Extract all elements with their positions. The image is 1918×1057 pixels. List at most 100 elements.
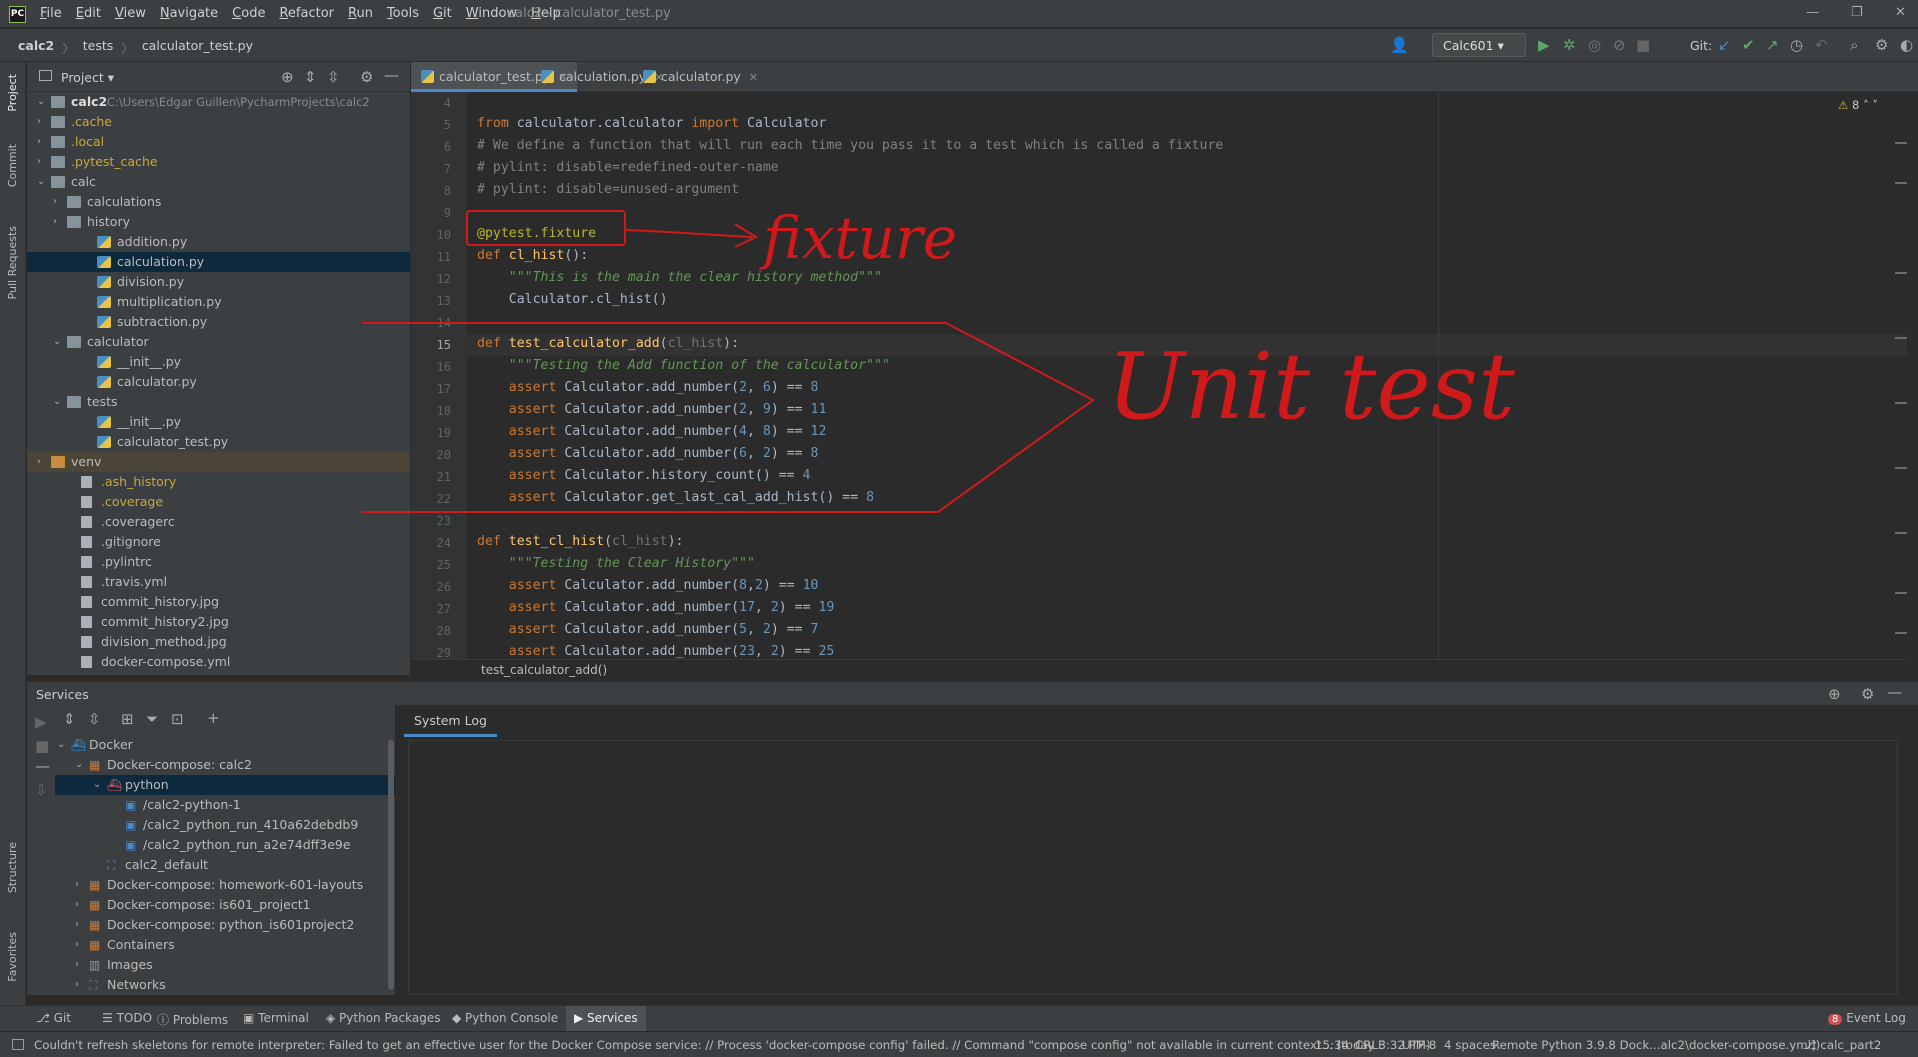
tree-item[interactable]: .ash_history bbox=[27, 472, 410, 492]
tree-item[interactable]: › calculations bbox=[27, 192, 410, 212]
chevron-right-icon[interactable]: › bbox=[75, 935, 79, 955]
service-item[interactable]: ⌄ ⛴ python bbox=[55, 775, 395, 795]
chevron-right-icon[interactable]: › bbox=[75, 915, 79, 935]
new-tab-icon[interactable]: ⊡ bbox=[171, 710, 184, 728]
service-item[interactable]: › ⛶ Networks bbox=[55, 975, 395, 995]
code-line[interactable]: assert Calculator.add_number(6, 2) == 8 bbox=[477, 446, 819, 468]
expand-all-icon[interactable]: ⇕ bbox=[63, 710, 76, 728]
hide-panel-icon[interactable]: — bbox=[1887, 683, 1902, 701]
chevron-right-icon[interactable]: › bbox=[53, 212, 57, 232]
tree-item[interactable]: .coverage bbox=[27, 492, 410, 512]
vtab-favorites[interactable]: Favorites bbox=[6, 932, 19, 982]
service-item[interactable]: ▣ /calc2-python-1 bbox=[55, 795, 395, 815]
stripe-mark[interactable] bbox=[1895, 337, 1907, 339]
code-line[interactable]: def cl_hist(): bbox=[477, 248, 588, 270]
expand-all-icon[interactable]: ⇕ bbox=[304, 68, 317, 86]
chevron-right-icon[interactable]: › bbox=[37, 112, 41, 132]
tree-item[interactable]: addition.py bbox=[27, 232, 410, 252]
breadcrumb-item[interactable]: tests bbox=[83, 38, 114, 57]
breadcrumb-item[interactable]: calc2 bbox=[18, 38, 54, 57]
coverage-icon[interactable]: ◎ bbox=[1588, 36, 1601, 54]
tree-item[interactable]: › history bbox=[27, 212, 410, 232]
menu-tools[interactable]: Tools bbox=[387, 6, 419, 21]
tree-item[interactable]: .gitignore bbox=[27, 532, 410, 552]
chevron-right-icon[interactable]: › bbox=[75, 975, 79, 995]
run-icon[interactable]: ▶ bbox=[35, 713, 47, 731]
chevron-down-icon[interactable]: ⌄ bbox=[75, 755, 83, 775]
tree-item[interactable]: __init__.py bbox=[27, 352, 410, 372]
code-line[interactable]: """Testing the Add function of the calcu… bbox=[477, 358, 890, 380]
tree-item[interactable]: › .local bbox=[27, 132, 410, 152]
tab-services[interactable]: ▶ Services bbox=[566, 1006, 646, 1031]
vtab-commit[interactable]: Commit bbox=[6, 144, 19, 187]
collapse-all-icon[interactable]: ⇳ bbox=[327, 68, 340, 86]
service-item[interactable]: › ▦ Docker-compose: python_is601project2 bbox=[55, 915, 395, 935]
minus-icon[interactable]: — bbox=[35, 757, 50, 775]
python-interpreter[interactable]: Remote Python 3.9.8 Dock...alc2\docker-c… bbox=[1492, 1038, 1820, 1052]
menu-edit[interactable]: Edit bbox=[76, 6, 101, 21]
chevron-down-icon[interactable]: ⌄ bbox=[57, 735, 65, 755]
menu-code[interactable]: Code bbox=[232, 6, 265, 21]
event-log-button[interactable]: 8 Event Log bbox=[1828, 1011, 1906, 1025]
tab-problems[interactable]: ⓘ Problems bbox=[157, 1011, 228, 1028]
tree-item[interactable]: multiplication.py bbox=[27, 292, 410, 312]
gear-icon[interactable]: ⚙ bbox=[360, 68, 373, 86]
service-item[interactable]: ⌄ ⛴ Docker bbox=[55, 735, 395, 755]
status-message[interactable]: Couldn't refresh skeletons for remote in… bbox=[34, 1038, 1431, 1052]
code-line[interactable]: assert Calculator.add_number(17, 2) == 1… bbox=[477, 600, 835, 622]
stripe-mark[interactable] bbox=[1895, 467, 1907, 469]
tree-item[interactable]: .coveragerc bbox=[27, 512, 410, 532]
service-item[interactable]: › ▥ Images bbox=[55, 955, 395, 975]
code-line[interactable]: from calculator.calculator import Calcul… bbox=[477, 116, 826, 138]
tree-item[interactable]: __init__.py bbox=[27, 412, 410, 432]
service-item[interactable]: › ▦ Docker-compose: homework-601-layouts bbox=[55, 875, 395, 895]
file-encoding[interactable]: UTF-8 bbox=[1402, 1038, 1436, 1052]
group-by-icon[interactable]: ⊞ bbox=[121, 710, 134, 728]
tree-item[interactable]: ⌄ tests bbox=[27, 392, 410, 412]
code-line[interactable]: assert Calculator.add_number(2, 9) == 11 bbox=[477, 402, 827, 424]
service-item[interactable]: › ▦ Docker-compose: is601_project1 bbox=[55, 895, 395, 915]
caret-position[interactable]: 15:34 bbox=[1315, 1038, 1349, 1052]
stripe-mark[interactable] bbox=[1895, 592, 1907, 594]
chevron-right-icon[interactable]: › bbox=[75, 895, 79, 915]
git-push-icon[interactable]: ↗ bbox=[1766, 36, 1779, 54]
toggle-tool-windows-icon[interactable] bbox=[12, 1039, 24, 1050]
tab-todo[interactable]: ☰ TODO bbox=[102, 1011, 152, 1025]
close-icon[interactable]: ✕ bbox=[1895, 5, 1906, 20]
code-line[interactable]: # pylint: disable=unused-argument bbox=[477, 182, 739, 204]
stripe-mark[interactable] bbox=[1895, 182, 1907, 184]
breadcrumb-item[interactable]: calculator_test.py bbox=[142, 38, 253, 57]
chevron-right-icon[interactable]: › bbox=[37, 152, 41, 172]
chevron-right-icon[interactable]: › bbox=[37, 452, 41, 472]
close-icon[interactable]: ✕ bbox=[749, 71, 758, 84]
line-separator[interactable]: CRLF bbox=[1355, 1038, 1385, 1052]
tree-item[interactable]: .travis.yml bbox=[27, 572, 410, 592]
code-line[interactable]: assert Calculator.history_count() == 4 bbox=[477, 468, 811, 490]
vtab-structure[interactable]: Structure bbox=[6, 842, 19, 893]
indent-setting[interactable]: 4 spaces bbox=[1444, 1038, 1496, 1052]
stripe-mark[interactable] bbox=[1895, 272, 1907, 274]
tree-item[interactable]: commit_history2.jpg bbox=[27, 612, 410, 632]
search-icon[interactable]: ⌕ bbox=[1850, 36, 1858, 54]
stripe-mark[interactable] bbox=[1895, 632, 1907, 634]
menu-run[interactable]: Run bbox=[348, 6, 373, 21]
warnings-indicator[interactable]: ⚠ 8 ˄ ˅ bbox=[1838, 98, 1878, 112]
restore-icon[interactable]: ❐ bbox=[1851, 5, 1863, 20]
hide-panel-icon[interactable]: — bbox=[384, 66, 399, 84]
tab-system-log[interactable]: System Log bbox=[404, 705, 497, 737]
code-line[interactable]: assert Calculator.add_number(5, 2) == 7 bbox=[477, 622, 819, 644]
git-history-icon[interactable]: ◷ bbox=[1790, 36, 1803, 54]
git-rollback-icon[interactable]: ↶ bbox=[1815, 36, 1828, 54]
code-line[interactable]: def test_cl_hist(cl_hist): bbox=[477, 534, 683, 556]
git-commit-icon[interactable]: ✔ bbox=[1742, 36, 1755, 54]
settings-icon[interactable]: ⚙ bbox=[1875, 36, 1888, 54]
tab-python-packages[interactable]: ◈ Python Packages bbox=[326, 1011, 440, 1025]
chevron-down-icon[interactable]: ⌄ bbox=[53, 392, 61, 412]
service-item[interactable]: ▣ /calc2_python_run_410a62debdb9 bbox=[55, 815, 395, 835]
menu-view[interactable]: View bbox=[115, 6, 146, 21]
locate-icon[interactable]: ⊕ bbox=[281, 68, 294, 86]
ide-features-icon[interactable]: ◐ bbox=[1900, 36, 1913, 54]
deploy-icon[interactable]: ⇩ bbox=[35, 781, 48, 799]
chevron-down-icon[interactable]: ⌄ bbox=[93, 775, 101, 795]
tree-item[interactable]: ⌄ calculator bbox=[27, 332, 410, 352]
